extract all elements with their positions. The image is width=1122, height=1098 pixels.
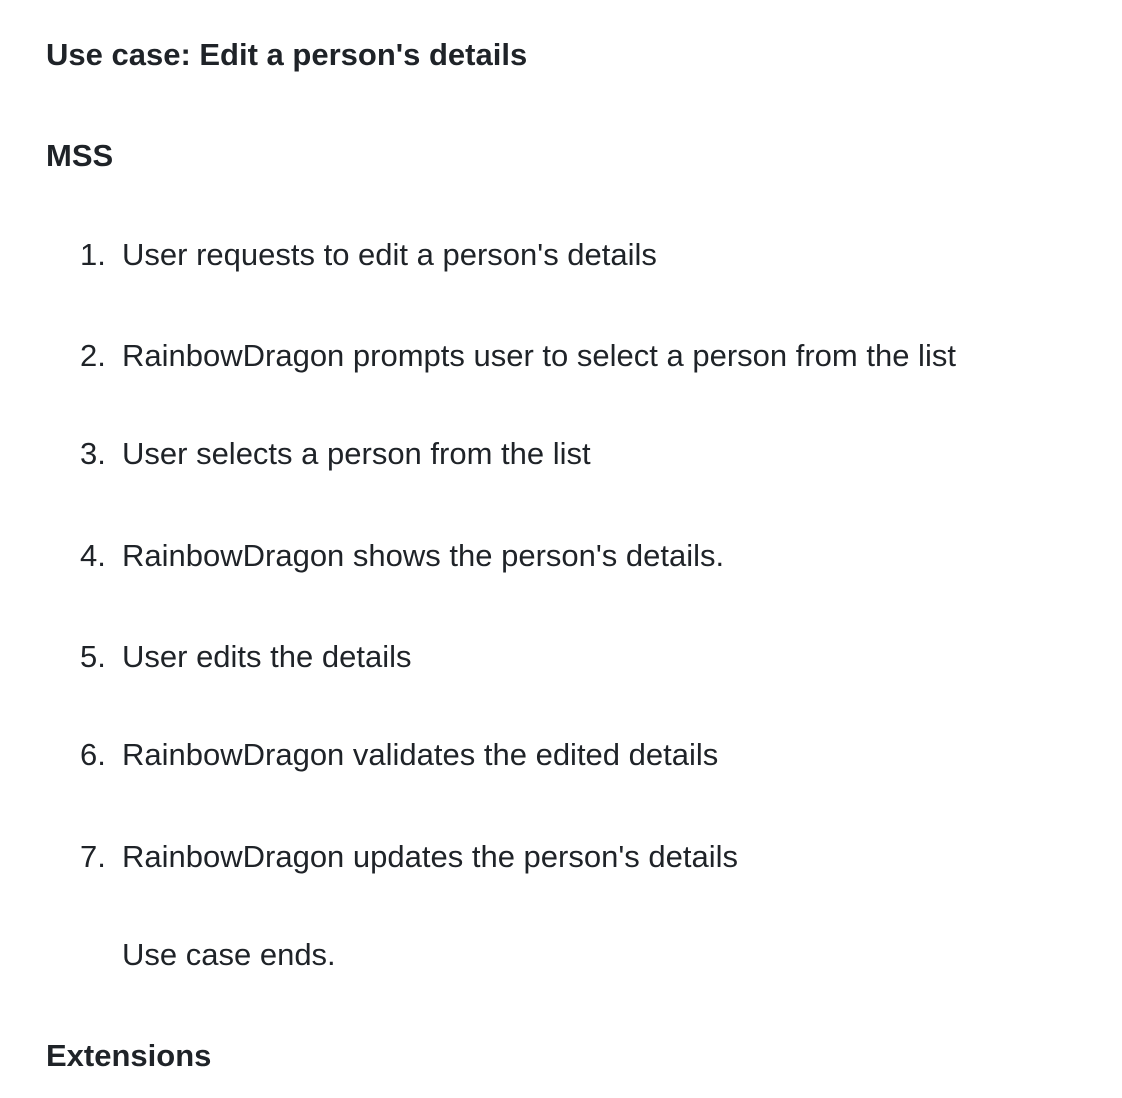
step-number: 4.	[80, 538, 106, 573]
step-number: 3.	[80, 436, 106, 471]
step-text: RainbowDragon updates the person's detai…	[122, 839, 738, 874]
step-text: RainbowDragon shows the person's details…	[122, 538, 725, 573]
step-text: RainbowDragon prompts user to select a p…	[122, 338, 956, 373]
usecase-title: Use case: Edit a person's details	[46, 37, 528, 72]
extensions-heading: Extensions	[46, 1038, 212, 1073]
list-item: 3. User selects a person from the list	[80, 434, 591, 474]
step-number: 6.	[80, 737, 106, 772]
mss-heading: MSS	[46, 138, 114, 173]
step-number: 5.	[80, 639, 106, 674]
step-number: 2.	[80, 338, 106, 373]
list-item: 6. RainbowDragon validates the edited det…	[80, 735, 718, 775]
step-number: 1.	[80, 237, 106, 272]
list-item: 5. User edits the details	[80, 637, 411, 677]
document-page: Use case: Edit a person's details MSS 1.…	[0, 0, 1122, 1098]
list-item: 4. RainbowDragon shows the person's detai…	[80, 536, 724, 576]
step-text: User selects a person from the list	[122, 436, 591, 471]
step-number: 7.	[80, 839, 106, 874]
step-text: User edits the details	[122, 639, 412, 674]
list-item: 2. RainbowDragon prompts user to select a…	[80, 336, 956, 376]
step-text: User requests to edit a person's details	[122, 237, 657, 272]
list-item: 1. User requests to edit a person's detai…	[80, 235, 657, 275]
use-case-ends: Use case ends.	[122, 937, 336, 972]
list-item: 7. RainbowDragon updates the person's det…	[80, 837, 738, 877]
step-text: RainbowDragon validates the edited detai…	[122, 737, 719, 772]
